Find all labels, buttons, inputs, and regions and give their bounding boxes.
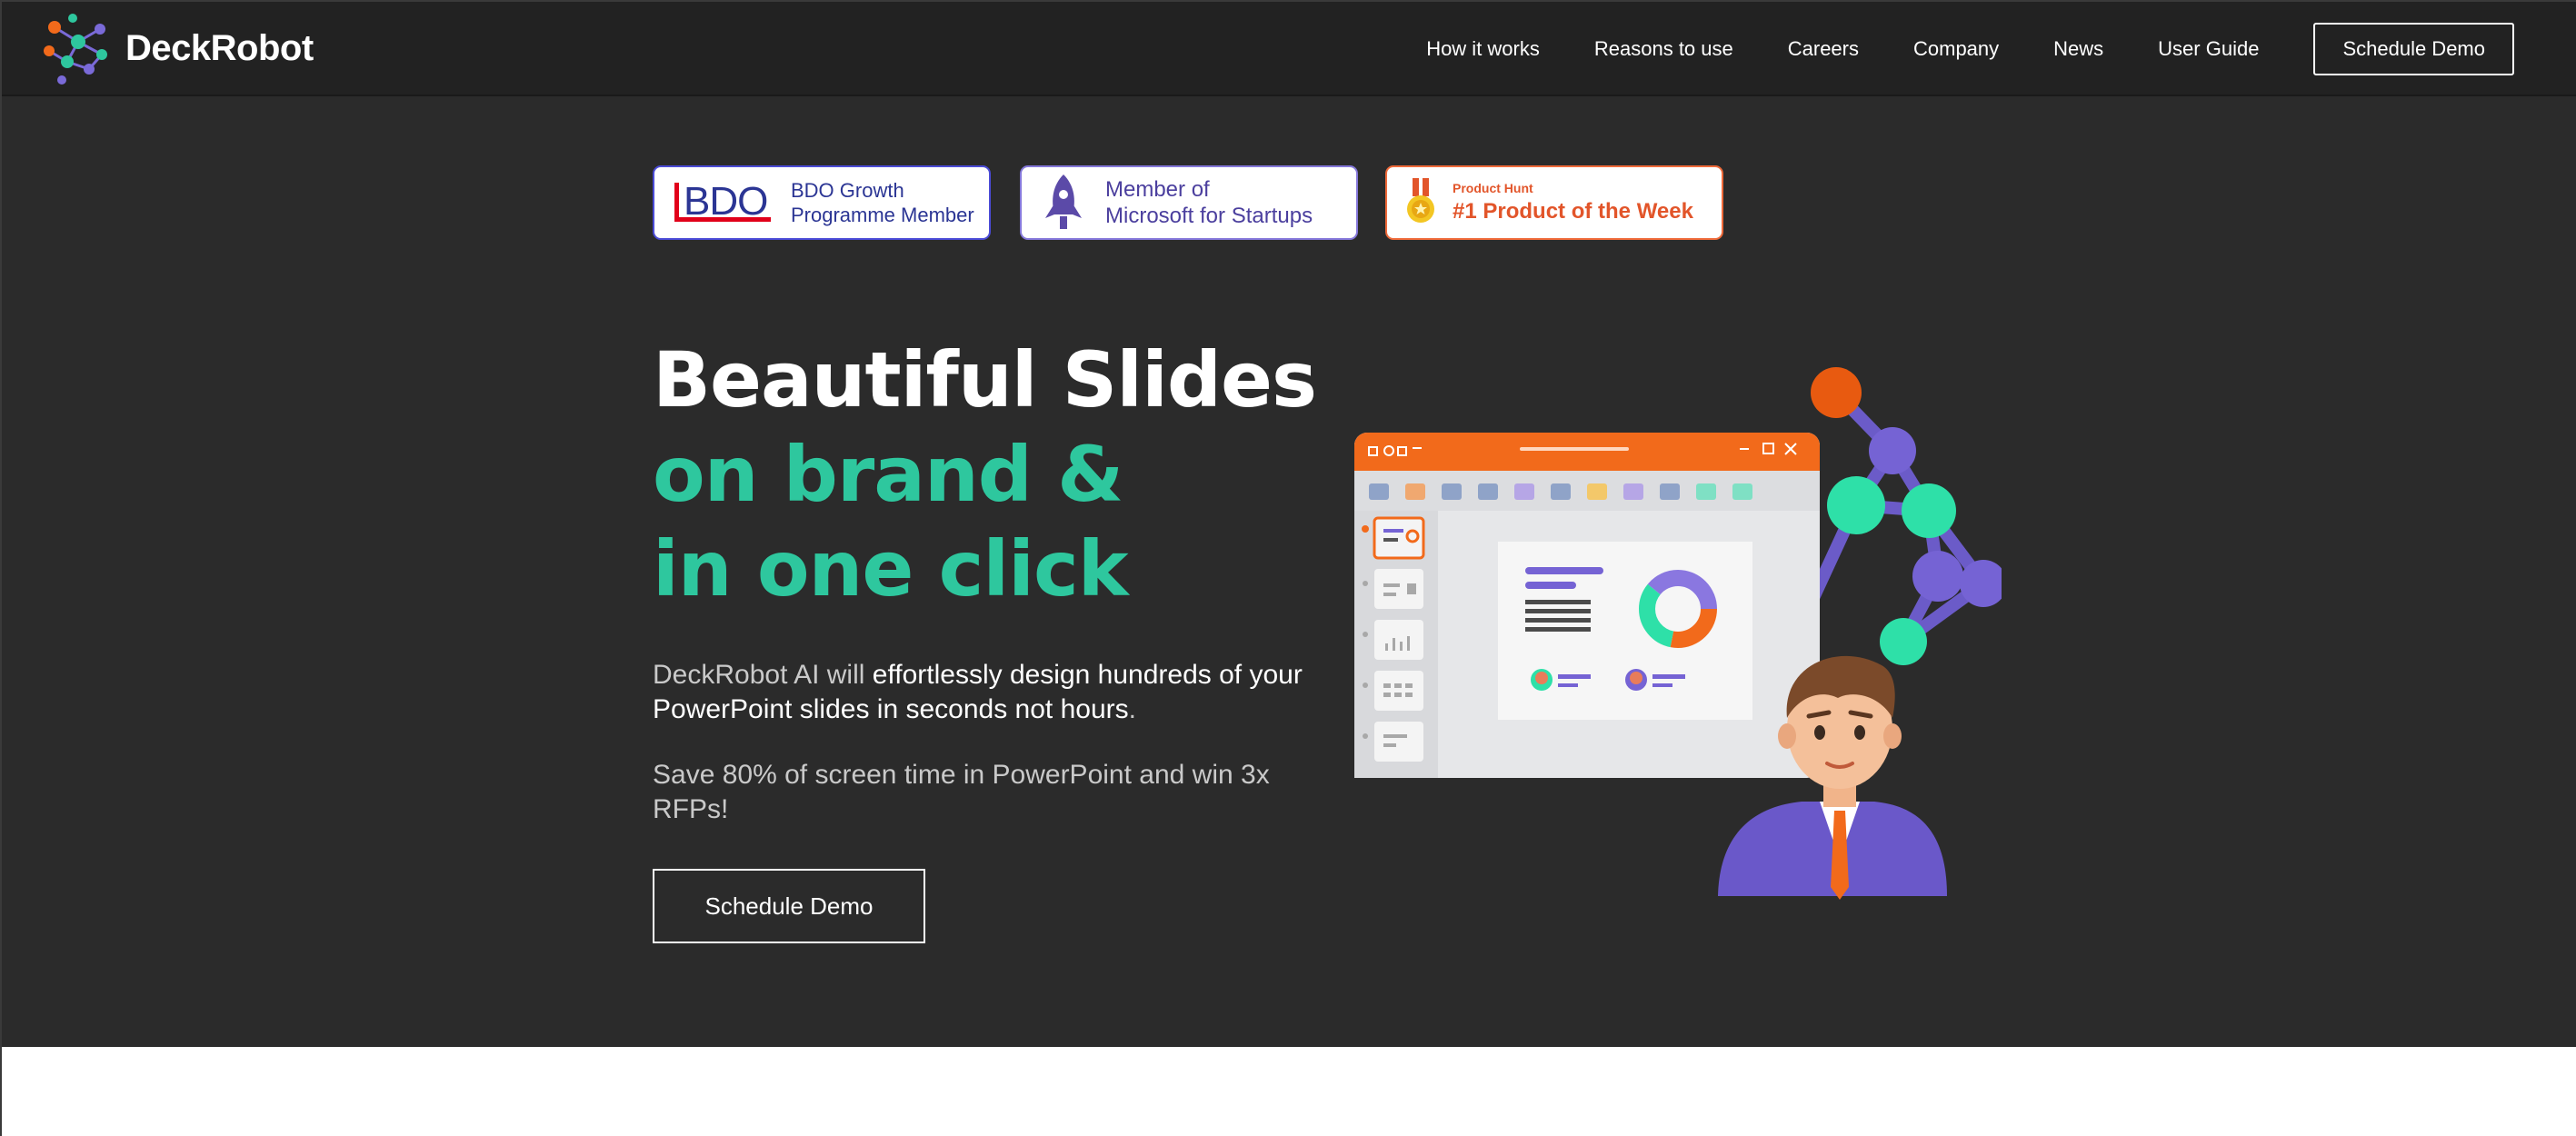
nav-schedule-demo-button[interactable]: Schedule Demo [2313, 23, 2514, 75]
description-intro: DeckRobot AI will [653, 660, 873, 690]
nav-news[interactable]: News [2053, 37, 2103, 61]
bdo-logo: BDO [673, 177, 774, 228]
nav-company[interactable]: Company [1913, 37, 1999, 61]
microsoft-badge-text: Member of Microsoft for Startups [1105, 176, 1313, 229]
rocket-icon [1045, 174, 1082, 229]
molecule-logo-icon [44, 14, 107, 85]
hero-schedule-demo-button[interactable]: Schedule Demo [653, 869, 925, 943]
bdo-badge[interactable]: BDO BDO Growth Programme Member [653, 165, 991, 240]
hero-description: DeckRobot AI will effortlessly design hu… [653, 658, 1325, 727]
page-frame: DeckRobot How it works Reasons to use Ca… [0, 0, 2576, 1136]
nav-careers[interactable]: Careers [1788, 37, 1859, 61]
headline-line-1: Beautiful Slides [653, 335, 1317, 424]
headline-line-2: on brand & [653, 430, 1123, 519]
hero-headline: Beautiful Slides on brand & in one click [653, 333, 1317, 616]
microsoft-badge-line1: Member of [1105, 177, 1210, 202]
product-hunt-badge[interactable]: Product Hunt #1 Product of the Week [1385, 165, 1723, 240]
nav-reasons-to-use[interactable]: Reasons to use [1594, 37, 1733, 61]
bdo-badge-line2: Programme Member [791, 204, 974, 226]
bdo-logo-text: BDO [684, 179, 768, 224]
microsoft-badge-line2: Microsoft for Startups [1105, 204, 1313, 228]
bdo-badge-line1: BDO Growth [791, 179, 904, 202]
nav-user-guide[interactable]: User Guide [2158, 37, 2259, 61]
nav-how-it-works[interactable]: How it works [1426, 37, 1540, 61]
product-hunt-badge-text: Product Hunt #1 Product of the Week [1453, 181, 1693, 224]
bdo-badge-text: BDO Growth Programme Member [791, 178, 974, 227]
microsoft-startups-badge[interactable]: Member of Microsoft for Startups [1020, 165, 1358, 240]
brand-name: DeckRobot [125, 27, 314, 68]
hero-illustration [1354, 367, 2002, 900]
product-hunt-label: Product Hunt [1453, 181, 1533, 195]
headline-line-3: in one click [653, 524, 1129, 613]
brand-logo[interactable]: DeckRobot [36, 9, 314, 87]
site-header: DeckRobot How it works Reasons to use Ca… [2, 2, 2576, 96]
description-end: . [1128, 694, 1136, 724]
next-section [2, 1047, 2576, 1136]
hero-section: BDO BDO Growth Programme Member Member o… [2, 96, 2576, 1047]
main-nav: How it works Reasons to use Careers Comp… [1372, 2, 2576, 96]
medal-icon [1407, 178, 1434, 223]
product-hunt-award: #1 Product of the Week [1453, 199, 1693, 224]
hero-savings-text: Save 80% of screen time in PowerPoint an… [653, 760, 1270, 824]
